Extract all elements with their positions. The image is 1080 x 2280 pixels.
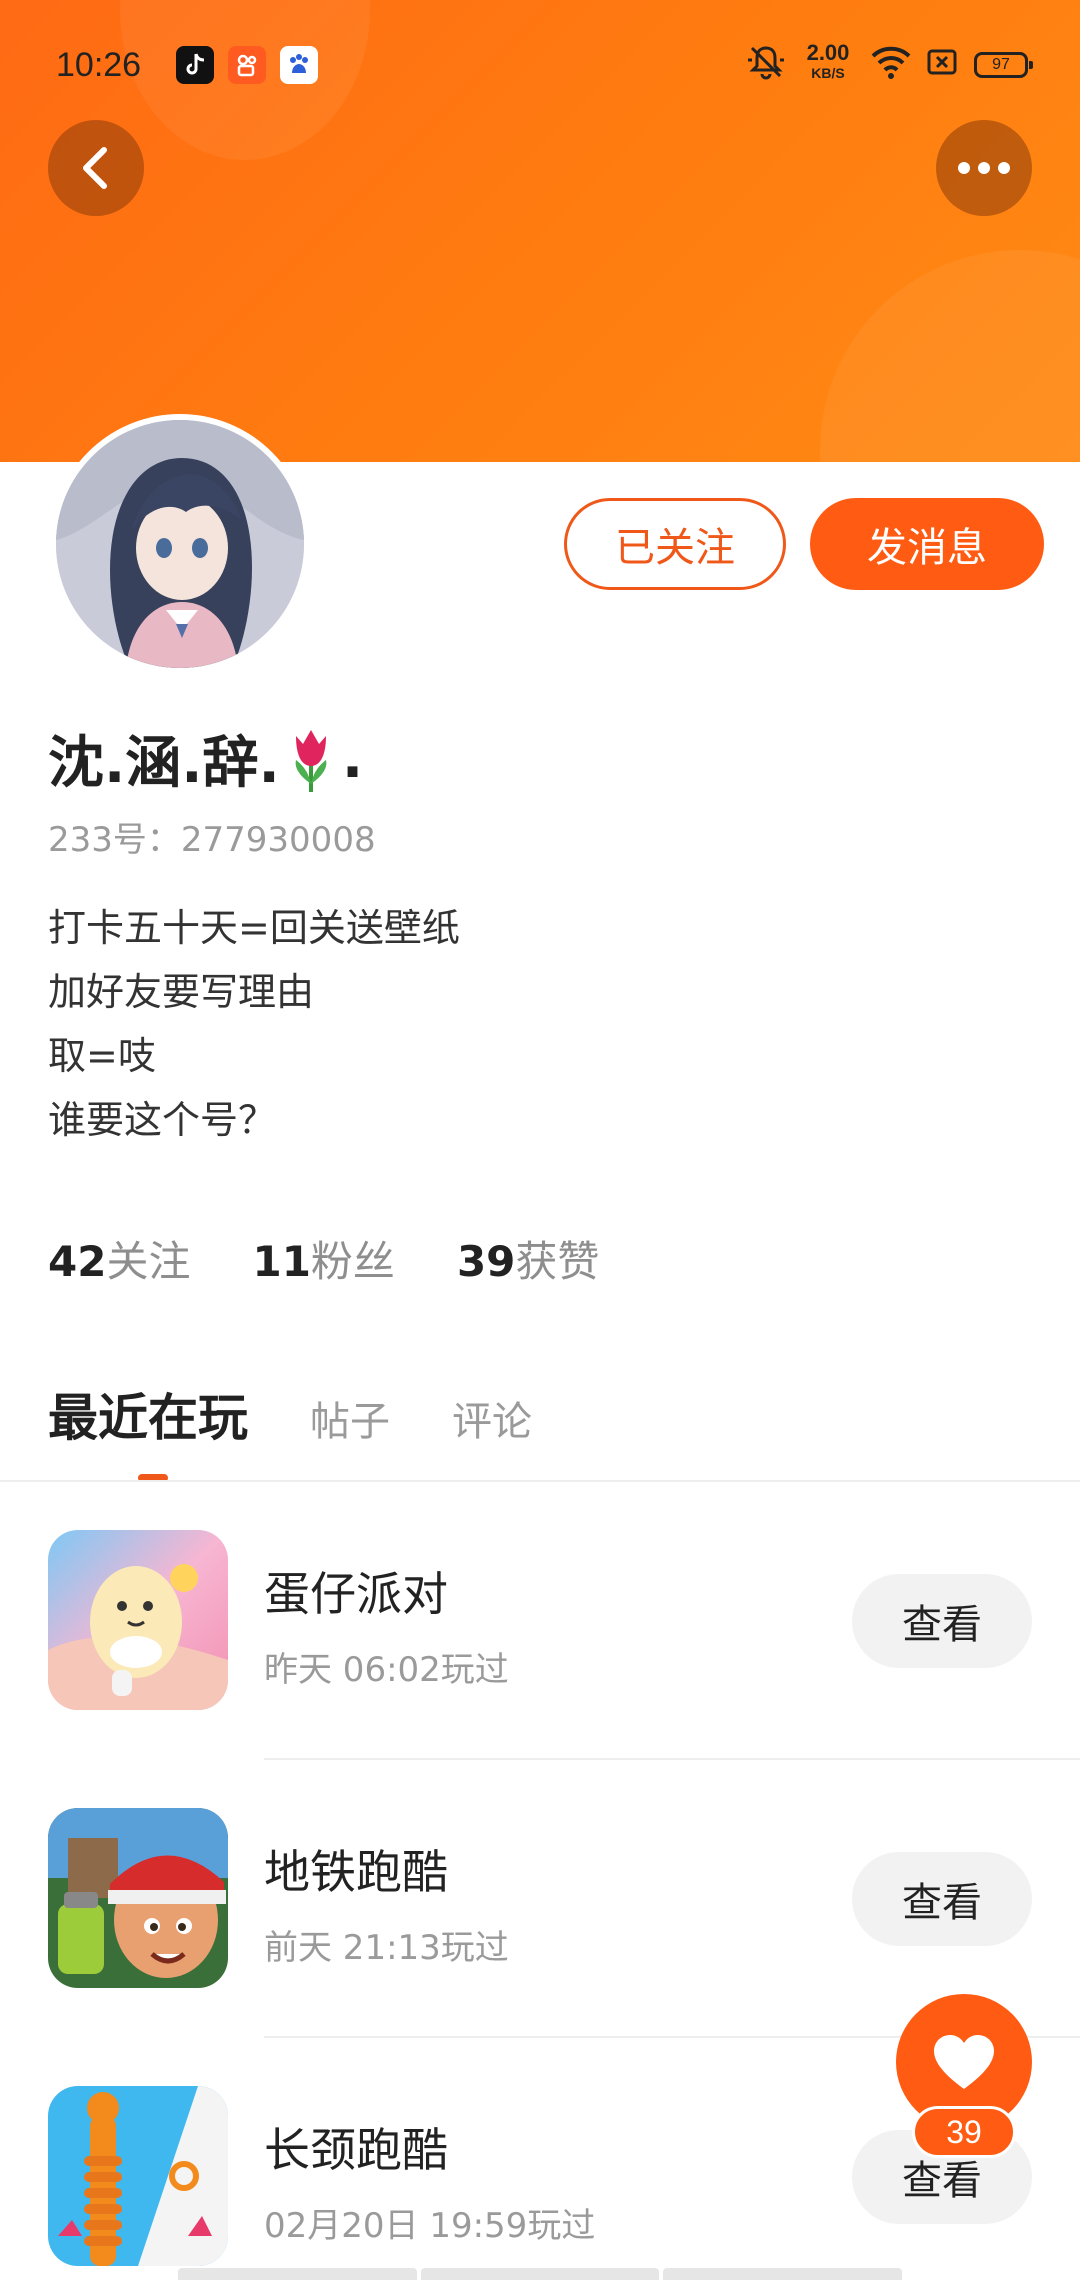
tab-comments[interactable]: 评论 (452, 1389, 532, 1447)
user-id[interactable]: 233号：277930008 (48, 812, 376, 861)
bio-line: 加好友要写理由 (48, 970, 315, 1014)
game-played-time: 02月20日 19:59玩过 (264, 2206, 596, 2246)
username-suffix: . (341, 726, 364, 791)
view-button[interactable]: 查看 (852, 1574, 1032, 1668)
net-speed-unit: KB/S (811, 65, 845, 81)
view-button[interactable]: 查看 (852, 1852, 1032, 1946)
game-name: 长颈跑酷 (264, 2123, 448, 2177)
stat-fans[interactable]: 11粉丝 (252, 1228, 394, 1289)
send-message-button[interactable]: 发消息 (810, 498, 1044, 590)
game-name: 蛋仔派对 (264, 1567, 448, 1621)
status-bar: 10:26 2.00 KB/S 97 (0, 0, 1080, 130)
list-item[interactable]: 长颈跑酷 02月20日 19:59玩过 查看 (0, 2086, 1080, 2266)
back-button[interactable] (48, 120, 144, 216)
bio-line: 谁要这个号？ (48, 1098, 277, 1142)
stat-label: 粉丝 (310, 1237, 395, 1286)
game-played-time: 昨天 06:02玩过 (264, 1650, 509, 1690)
tulip-emoji-icon (295, 729, 327, 792)
profile-header-banner: 10:26 2.00 KB/S 97 (0, 0, 1080, 462)
status-time: 10:26 (56, 46, 142, 84)
stat-number: 39 (456, 1237, 516, 1286)
sim-card-icon (924, 42, 960, 82)
baidu-icon (280, 46, 318, 84)
battery-indicator: 97 (974, 52, 1033, 78)
avatar[interactable] (50, 414, 310, 674)
stat-number: 42 (48, 1237, 107, 1286)
wifi-icon (868, 42, 914, 82)
profile-stats: 42关注 11粉丝 39获赞 (48, 1228, 599, 1289)
subway-surfers-game-icon (48, 1808, 228, 1988)
mute-bell-icon (742, 42, 790, 82)
like-count-badge: 39 (912, 2106, 1016, 2158)
network-speed: 2.00 KB/S (800, 40, 856, 81)
stat-label: 获赞 (515, 1237, 600, 1286)
stat-label: 关注 (106, 1237, 191, 1286)
more-options-button[interactable] (936, 120, 1032, 216)
bio-line: 取=吱 (48, 1034, 156, 1078)
decorative-blob (820, 250, 1080, 462)
net-speed-value: 2.00 (806, 40, 850, 65)
more-dots-icon (958, 162, 1010, 174)
tiktok-icon (176, 46, 214, 84)
bio-line: 打卡五十天=回关送壁纸 (48, 906, 460, 950)
kuaishou-icon (228, 46, 266, 84)
eggy-party-game-icon (48, 1530, 228, 1710)
profile-tabs: 最近在玩 帖子 评论 (48, 1378, 594, 1450)
stat-following[interactable]: 42关注 (48, 1228, 190, 1289)
tab-recently-played[interactable]: 最近在玩 (48, 1378, 248, 1450)
bio: 打卡五十天=回关送壁纸 加好友要写理由 取=吱 谁要这个号？ (48, 896, 460, 1152)
username-text: 沈.涵.辞. (48, 731, 280, 796)
game-played-time: 前天 21:13玩过 (264, 1928, 509, 1968)
tab-posts[interactable]: 帖子 (310, 1389, 390, 1447)
bottom-tab-placeholder (178, 2268, 903, 2280)
username: 沈.涵.辞. . (48, 718, 363, 799)
game-name: 地铁跑酷 (264, 1845, 448, 1899)
list-item[interactable]: 蛋仔派对 昨天 06:02玩过 查看 (0, 1530, 1080, 1710)
followed-button[interactable]: 已关注 (564, 498, 786, 590)
chevron-left-icon (83, 147, 107, 189)
list-item[interactable]: 地铁跑酷 前天 21:13玩过 查看 (0, 1808, 1080, 1988)
stat-number: 11 (252, 1237, 311, 1286)
heart-icon (934, 2035, 994, 2089)
divider (0, 1480, 1080, 1482)
stat-likes[interactable]: 39获赞 (457, 1228, 599, 1289)
divider (264, 1758, 1080, 1760)
long-neck-run-game-icon (48, 2086, 228, 2266)
